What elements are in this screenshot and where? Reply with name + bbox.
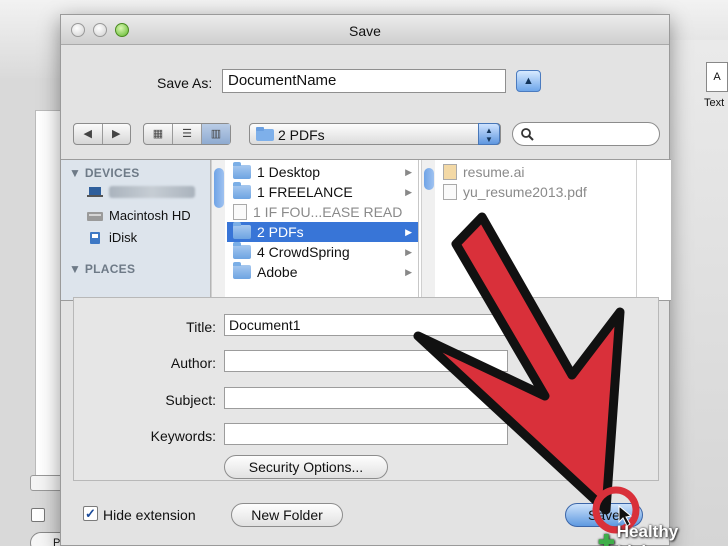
plus-logo-icon: ✚ [598,531,615,546]
author-field[interactable] [224,350,508,372]
chevron-right-icon: ▶ [405,226,412,237]
background-ribbon [668,40,728,546]
chevron-right-icon: ▶ [405,246,412,257]
folder-column: 1 Desktop ▶ 1 FREELANCE ▶ 1 IF FOU...EASE … [227,160,419,300]
list-item[interactable]: 1 IF FOU...EASE READ [227,202,418,222]
sidebar-item-computer[interactable] [87,186,195,198]
popup-arrows-icon: ▲ ▼ [478,123,500,145]
folder-icon [233,162,251,179]
author-label: Author: [170,355,216,371]
dialog-title: Save [349,23,381,39]
scroll-thumb[interactable] [214,168,224,208]
forward-arrow-icon[interactable]: ▶ [101,124,131,144]
sidebar-item-idisk[interactable]: iDisk [87,230,137,245]
idisk-icon [90,231,100,244]
background-nav-button[interactable] [30,475,64,491]
collapse-dialog-button[interactable]: ▲ [516,70,541,92]
keywords-field[interactable] [224,423,508,445]
list-item[interactable]: resume.ai [437,162,636,182]
list-view-icon[interactable]: ☰ [172,124,201,144]
text-ribbon-label: Text [704,97,725,109]
pdf-file-icon [443,184,457,200]
back-arrow-icon[interactable]: ◀ [74,124,102,144]
chevron-right-icon: ▶ [405,266,412,277]
list-item-selected[interactable]: 2 PDFs ▶ [227,222,418,242]
sidebar-devices-header: ▼ DEVICES [69,166,140,180]
document-icon [233,204,247,220]
back-forward-control[interactable]: ◀ ▶ [73,123,131,145]
chevron-right-icon: ▶ [405,186,412,197]
location-popup[interactable]: 2 PDFs ▲ ▼ [249,123,501,145]
scroll-thumb[interactable] [424,168,434,190]
list-item[interactable]: 1 FREELANCE ▶ [227,182,418,202]
illustrator-file-icon [443,164,457,180]
new-folder-button[interactable]: New Folder [231,503,343,527]
file-column: resume.ai yu_resume2013.pdf [437,160,637,300]
dialog-titlebar: Save [61,15,669,45]
sidebar-item-macintosh-hd[interactable]: Macintosh HD [87,208,191,223]
folder-icon [233,242,251,259]
list-item[interactable]: 1 Desktop ▶ [227,162,418,182]
laptop-icon [87,187,103,197]
sidebar-scrollbar[interactable] [211,160,225,300]
column-view-icon[interactable]: ▥ [201,124,230,144]
hide-extension-label: Hide extension [103,507,196,523]
location-label: 2 PDFs [278,127,325,143]
subject-field[interactable] [224,387,508,409]
folder-icon [233,222,251,239]
security-options-button[interactable]: Security Options... [224,455,388,479]
redacted-device-name [109,186,195,198]
list-item[interactable]: Adobe ▶ [227,262,418,282]
view-mode-control[interactable]: ▦ ☰ ▥ [143,123,231,145]
file-browser: ▼ DEVICES Macintosh HD iDisk ▼ PLACES 1 … [61,159,671,301]
background-checkbox[interactable] [31,508,45,522]
search-input[interactable] [512,122,660,146]
hide-extension-checkbox[interactable]: ✓ [83,506,98,521]
folder-icon [233,262,251,279]
sidebar-places-header: ▼ PLACES [69,262,136,276]
search-icon [521,128,534,141]
title-label: Title: [186,319,216,335]
list-item[interactable]: yu_resume2013.pdf [437,182,636,202]
sidebar: ▼ DEVICES Macintosh HD iDisk ▼ PLACES [61,160,211,300]
save-as-input[interactable]: DocumentName [222,69,506,93]
metadata-panel: Title: Document1 Author: Subject: Keywor… [73,297,659,481]
watermark: ✚ Healthy Living [598,522,728,546]
sidebar-item-label: iDisk [109,230,138,245]
chevron-right-icon: ▶ [405,166,412,177]
hard-drive-icon [87,211,103,221]
watermark-text: Healthy Living [616,522,679,546]
save-as-label: Save As: [157,75,213,91]
subject-label: Subject: [165,392,216,408]
list-item[interactable]: 4 CrowdSpring ▶ [227,242,418,262]
text-style-icon[interactable]: A [706,62,728,92]
icon-view-icon[interactable]: ▦ [144,124,172,144]
title-field[interactable]: Document1 [224,314,508,336]
save-dialog: Save Save As: DocumentName ▲ ◀ ▶ ▦ ☰ ▥ 2… [60,14,671,546]
sidebar-item-label: Macintosh HD [109,208,191,223]
folder-icon [233,182,251,199]
folder-icon [256,127,274,141]
folder-column-scrollbar[interactable] [421,160,435,300]
keywords-label: Keywords: [150,428,216,444]
